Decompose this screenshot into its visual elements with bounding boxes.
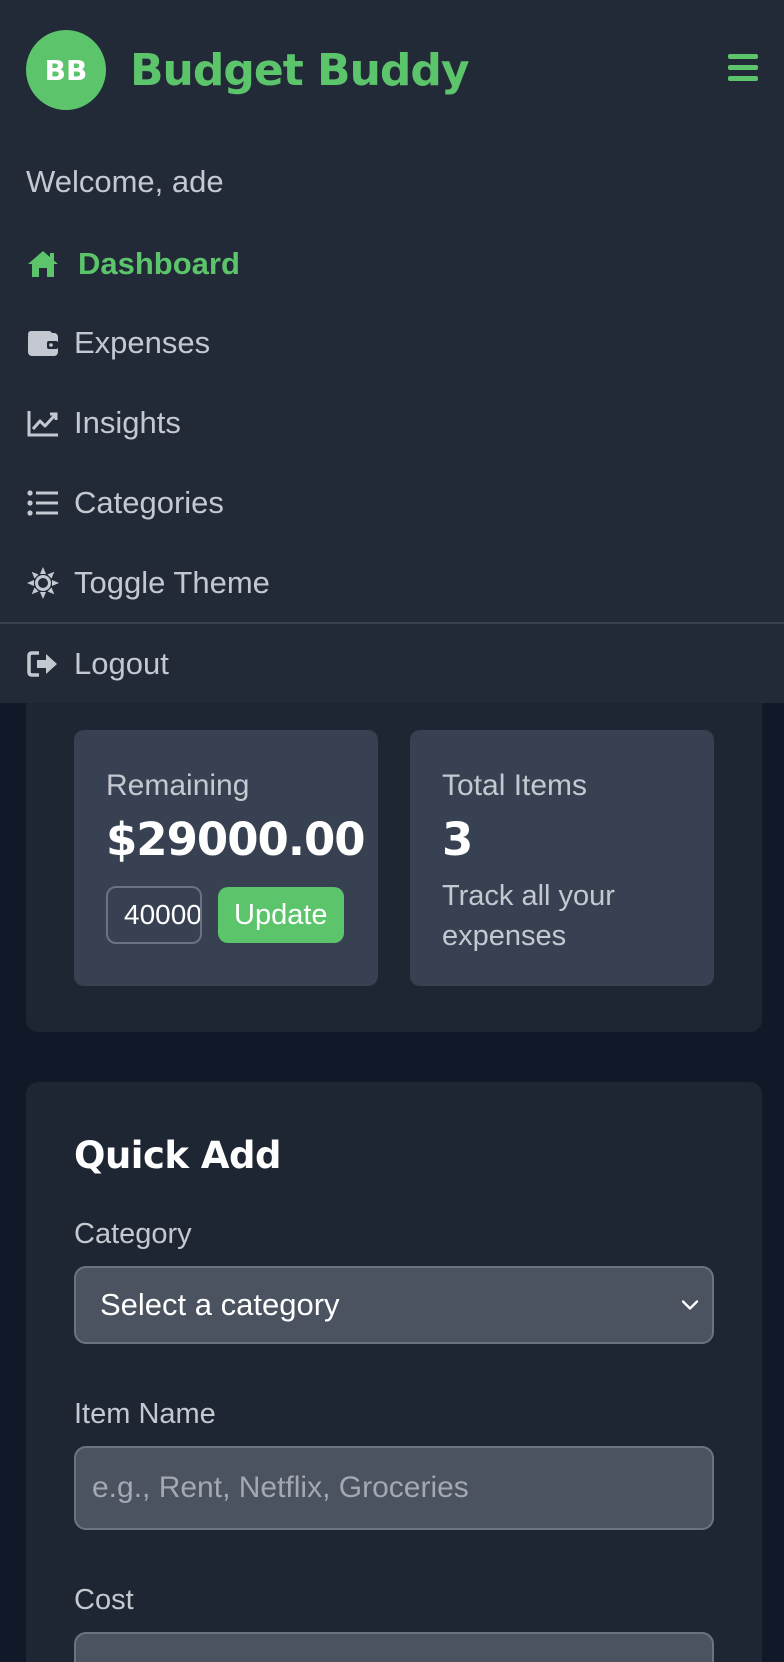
budget-form: 40000 Update [106, 886, 346, 944]
update-button[interactable]: Update [218, 887, 344, 943]
nav-item-label: Categories [74, 485, 224, 520]
nav-item-label: Dashboard [78, 246, 240, 281]
nav-item-label: Toggle Theme [74, 565, 270, 600]
nav-item-label: Expenses [74, 325, 211, 360]
wallet-icon [26, 326, 60, 360]
sun-icon [26, 566, 60, 600]
quick-add-card: Quick Add Category Select a category Ite… [26, 1082, 762, 1662]
item-name-input[interactable]: e.g., Rent, Netflix, Groceries [74, 1446, 714, 1530]
item-name-placeholder: e.g., Rent, Netflix, Groceries [92, 1471, 469, 1504]
remaining-value: $29000.00 [106, 813, 366, 866]
nav-item-dashboard[interactable]: Dashboard [26, 244, 240, 284]
category-select[interactable]: Select a category [74, 1266, 714, 1344]
home-icon [26, 247, 60, 281]
chevron-down-icon [681, 1300, 699, 1310]
budget-input[interactable]: 40000 [106, 886, 202, 944]
brand-title[interactable]: Budget Buddy [130, 45, 470, 96]
chart-line-icon [26, 406, 60, 440]
nav-item-label: Logout [74, 646, 169, 681]
total-items-value: 3 [442, 813, 473, 866]
nav-item-insights[interactable]: Insights [26, 403, 181, 443]
category-label: Category [74, 1218, 192, 1250]
nav-item-toggle-theme[interactable]: Toggle Theme [26, 563, 270, 603]
quick-add-title: Quick Add [74, 1134, 282, 1177]
nav-menu: BB Budget Buddy Welcome, ade Dashboard E… [0, 0, 784, 703]
logout-button[interactable]: Logout [26, 644, 169, 684]
category-select-value: Select a category [100, 1287, 340, 1322]
nav-item-categories[interactable]: Categories [26, 483, 224, 523]
remaining-stat: Remaining $29000.00 40000 Update [74, 730, 378, 986]
cost-label: Cost [74, 1584, 134, 1616]
remaining-label: Remaining [106, 769, 250, 802]
item-name-label: Item Name [74, 1398, 216, 1430]
welcome-text: Welcome, ade [26, 164, 224, 199]
app-header: BB Budget Buddy [26, 30, 758, 110]
total-items-stat: Total Items 3 Track all your expenses [410, 730, 714, 986]
avatar: BB [26, 30, 106, 110]
nav-item-expenses[interactable]: Expenses [26, 323, 210, 363]
total-items-label: Total Items [442, 769, 588, 802]
hamburger-icon[interactable] [728, 54, 758, 86]
cost-input[interactable] [74, 1632, 714, 1662]
nav-item-label: Insights [74, 405, 181, 440]
total-items-description: Track all your expenses [442, 880, 615, 952]
nav-divider [0, 622, 784, 624]
logout-icon [26, 647, 60, 681]
list-icon [26, 486, 60, 520]
